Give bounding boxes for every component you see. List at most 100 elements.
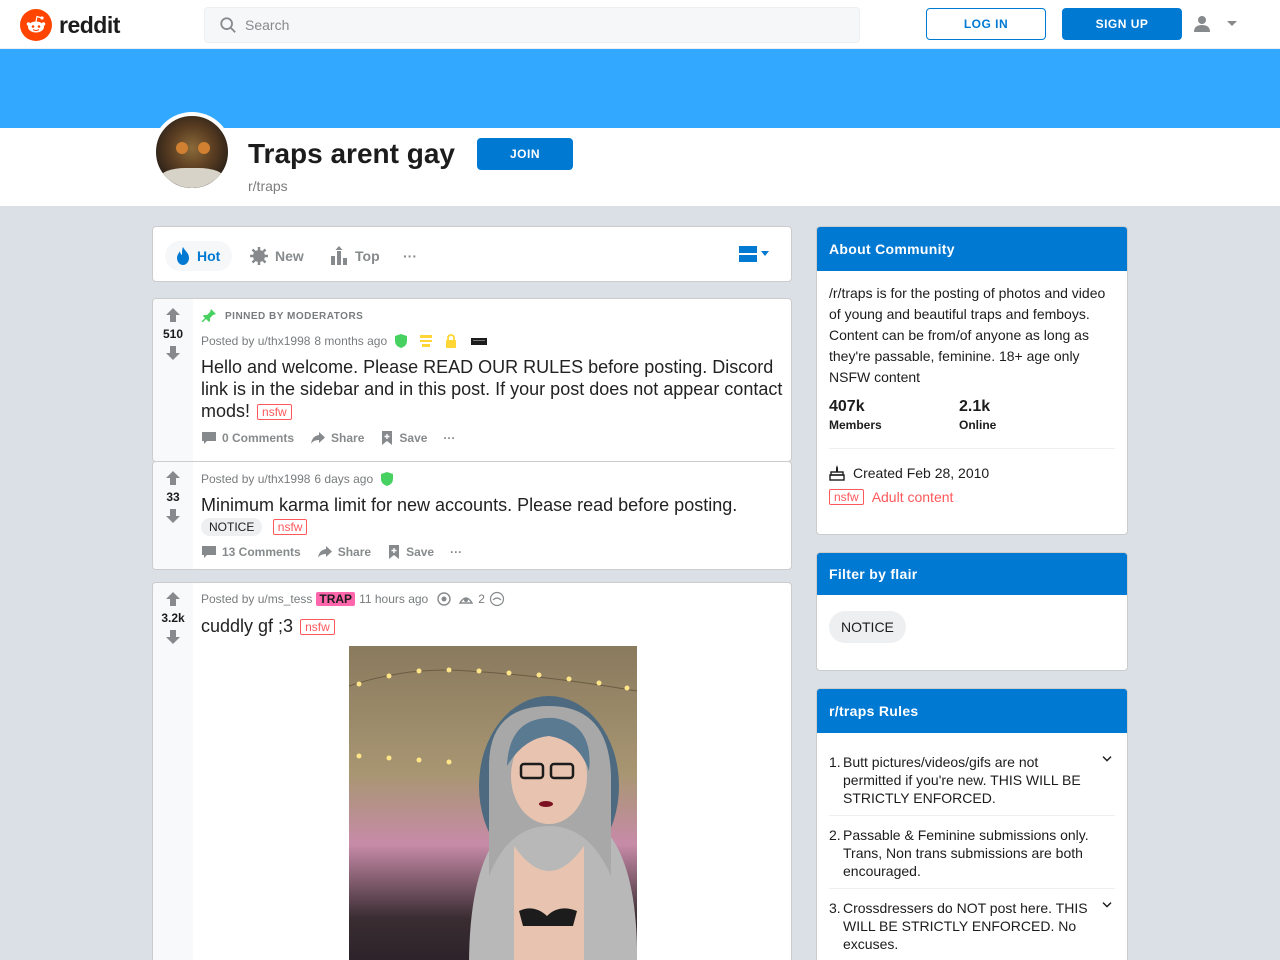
comments-button[interactable]: 0 Comments	[201, 430, 294, 446]
post-title[interactable]: cuddly gf ;3 nsfw	[201, 615, 785, 637]
post-flair[interactable]: NOTICE	[201, 518, 263, 536]
chevron-down-icon[interactable]	[1099, 753, 1115, 763]
save-button[interactable]: Save	[380, 430, 427, 446]
post-image[interactable]	[349, 646, 637, 960]
post-body: PINNED BY MODERATORS Posted by u/thx1998…	[201, 299, 785, 446]
about-heading: About Community	[817, 227, 1127, 271]
upvote-icon[interactable]	[165, 470, 181, 486]
save-button[interactable]: Save	[387, 544, 434, 560]
more-options-button[interactable]: ···	[443, 431, 455, 445]
bookmark-icon	[382, 431, 393, 445]
rule-number: 2.	[829, 827, 841, 843]
award-count: 2	[478, 592, 485, 606]
sort-top-label: Top	[355, 248, 380, 264]
upvote-icon[interactable]	[165, 307, 181, 323]
share-button[interactable]: Share	[317, 544, 371, 560]
chevron-down-icon[interactable]	[1099, 899, 1115, 909]
post-title[interactable]: Hello and welcome. Please READ OUR RULES…	[201, 356, 785, 422]
nsfw-badge: nsfw	[829, 489, 864, 505]
sort-more-button[interactable]: ···	[403, 241, 417, 271]
about-community-card: About Community /r/traps is for the post…	[816, 226, 1128, 535]
post-body: Posted by u/thx1998 6 days ago Minimum k…	[201, 462, 785, 560]
about-description: /r/traps is for the posting of photos an…	[829, 285, 1106, 385]
sort-new[interactable]: New	[249, 241, 304, 271]
flair-chip-notice[interactable]: NOTICE	[829, 611, 906, 643]
post-card[interactable]: 33 Posted by u/thx1998 6 days ago Minimu…	[152, 461, 792, 570]
lock-icon	[446, 334, 457, 348]
members-stat: 407k Members	[829, 398, 959, 432]
vote-count: 510	[162, 327, 184, 341]
flame-icon	[177, 247, 189, 265]
user-dropdown[interactable]	[1192, 14, 1238, 34]
post-actions: 13 Comments Share Save ···	[201, 544, 785, 560]
mod-shield-icon	[381, 472, 394, 486]
vote-column: 3.2k	[153, 583, 193, 960]
comment-icon	[202, 432, 216, 444]
share-icon	[317, 546, 332, 558]
pinned-label: PINNED BY MODERATORS	[201, 308, 785, 324]
vote-column: 33	[153, 462, 193, 569]
rule-item[interactable]: 3. Crossdressers do NOT post here. THIS …	[829, 889, 1115, 960]
card-view-icon	[739, 246, 757, 262]
members-count: 407k	[829, 398, 865, 415]
announcement-icon	[420, 335, 433, 347]
post-meta: Posted by u/thx1998 6 days ago	[201, 472, 785, 486]
rule-item[interactable]: 2. Passable & Feminine submissions only.…	[829, 816, 1115, 889]
post-title[interactable]: Minimum karma limit for new accounts. Pl…	[201, 494, 785, 516]
adult-content-label: Adult content	[871, 489, 954, 505]
rule-item[interactable]: 1. Butt pictures/videos/gifs are not per…	[829, 733, 1115, 816]
rule-number: 1.	[829, 754, 841, 770]
award-icon	[458, 597, 474, 604]
share-icon	[311, 432, 326, 444]
nsfw-badge: nsfw	[257, 404, 292, 421]
logo-wordmark: reddit	[59, 11, 120, 38]
downvote-icon[interactable]	[165, 629, 181, 645]
vote-column: 510	[153, 299, 193, 461]
signup-button[interactable]: SIGN UP	[1062, 8, 1182, 40]
post-author[interactable]: Posted by u/thx1998	[201, 472, 310, 486]
post-title-text: Minimum karma limit for new accounts. Pl…	[201, 495, 738, 515]
post-body: Posted by u/ms_tess TRAP 11 hours ago 2 …	[201, 583, 785, 637]
more-options-button[interactable]: ···	[450, 545, 462, 559]
rule-number: 3.	[829, 900, 841, 916]
post-card[interactable]: 510 PINNED BY MODERATORS Posted by u/thx…	[152, 298, 792, 462]
downvote-icon[interactable]	[165, 345, 181, 361]
subreddit-title: Traps arent gay	[248, 138, 455, 169]
search-bar[interactable]	[204, 7, 860, 43]
upvote-icon[interactable]	[165, 591, 181, 607]
post-actions: 0 Comments Share Save ···	[201, 430, 785, 446]
new-burst-icon	[250, 247, 268, 265]
sort-top[interactable]: Top	[329, 241, 380, 271]
chevron-down-icon	[1227, 21, 1237, 26]
online-stat: 2.1k Online	[959, 398, 1089, 432]
vote-count: 33	[166, 490, 180, 504]
comment-icon	[202, 546, 216, 558]
post-time: 8 months ago	[314, 334, 388, 348]
sort-hot[interactable]: Hot	[165, 241, 233, 271]
online-count: 2.1k	[959, 398, 991, 415]
post-author[interactable]: Posted by u/thx1998	[201, 334, 310, 348]
award-icon	[489, 591, 505, 607]
downvote-icon[interactable]	[165, 508, 181, 524]
login-button[interactable]: LOG IN	[926, 8, 1046, 40]
comments-button[interactable]: 13 Comments	[201, 544, 301, 560]
nsfw-badge: nsfw	[272, 518, 308, 535]
created-date: Created Feb 28, 2010	[853, 465, 990, 481]
reddit-logo[interactable]: reddit	[20, 9, 120, 41]
adult-content-row: nsfw Adult content	[817, 481, 1127, 505]
award-icon	[437, 592, 451, 606]
bookmark-icon	[389, 545, 400, 559]
online-label: Online	[959, 418, 997, 432]
post-card[interactable]: 3.2k Posted by u/ms_tess TRAP 11 hours a…	[152, 582, 792, 960]
join-button[interactable]: JOIN	[477, 138, 573, 170]
rule-text: Passable & Feminine submissions only. Tr…	[843, 827, 1089, 879]
share-button[interactable]: Share	[310, 430, 364, 446]
post-author[interactable]: Posted by u/ms_tess	[201, 592, 312, 606]
post-time: 11 hours ago	[359, 592, 429, 606]
user-flair: TRAP	[316, 592, 356, 606]
search-input[interactable]	[245, 17, 805, 33]
view-toggle[interactable]	[739, 246, 769, 262]
cake-icon	[829, 465, 845, 481]
pin-icon	[202, 309, 216, 322]
top-navigation: reddit LOG IN SIGN UP	[0, 0, 1280, 49]
